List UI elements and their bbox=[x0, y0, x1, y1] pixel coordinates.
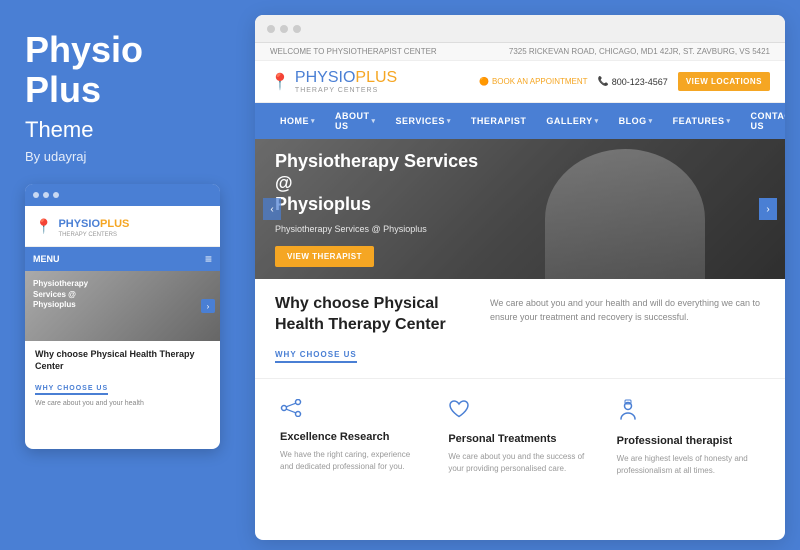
view-locations-button[interactable]: VIEW LOCATIONS bbox=[678, 72, 770, 91]
mobile-hero-text: Physiotherapy Services @ Physioplus bbox=[33, 279, 88, 310]
mobile-hero-next-arrow: › bbox=[201, 299, 215, 313]
mobile-header: 📍 PHYSIOPLUS THERAPY CENTERS bbox=[25, 206, 220, 247]
mobile-hero: Physiotherapy Services @ Physioplus › bbox=[25, 271, 220, 341]
logo-pin-icon: 📍 bbox=[270, 72, 290, 92]
feature-personal-text: We care about you and the success of you… bbox=[448, 451, 591, 475]
site-hero: ‹ Physiotherapy Services @ Physioplus Ph… bbox=[255, 139, 785, 279]
feature-card-professional: Professional therapist We are highest le… bbox=[612, 394, 765, 482]
mobile-body: Why choose Physical Health Therapy Cente… bbox=[25, 341, 220, 416]
phone-icon: 📞 bbox=[598, 76, 609, 87]
browser-mockup: WELCOME TO PHYSIOTHERAPIST CENTER 7325 R… bbox=[255, 15, 785, 540]
browser-dot-2 bbox=[280, 25, 288, 33]
logo-sub: THERAPY CENTERS bbox=[295, 87, 397, 94]
nav-item-home[interactable]: HOME ▾ bbox=[270, 103, 325, 139]
nav-item-services[interactable]: SERVICES ▾ bbox=[386, 103, 461, 139]
features-section: Excellence Research We have the right ca… bbox=[255, 379, 785, 497]
logo-text: PHYSIOPLUS bbox=[295, 69, 397, 87]
left-author: By udayraj bbox=[25, 149, 220, 164]
feature-card-personal: Personal Treatments We care about you an… bbox=[443, 394, 596, 482]
mobile-nav: MENU ≡ bbox=[25, 247, 220, 271]
mobile-logo: PHYSIOPLUS bbox=[58, 218, 129, 230]
site-header: 📍 PHYSIOPLUS THERAPY CENTERS 🟠 BOOK AN A… bbox=[255, 61, 785, 103]
mobile-body-text: We care about you and your health bbox=[35, 399, 210, 409]
feature-excellence-title: Excellence Research bbox=[280, 431, 423, 443]
left-title: Physio Plus bbox=[25, 30, 220, 109]
nav-item-contact[interactable]: CONTACT US bbox=[740, 103, 785, 139]
book-appointment-link[interactable]: 🟠 BOOK AN APPOINTMENT bbox=[479, 77, 588, 86]
mobile-menu-label: MENU bbox=[33, 254, 60, 264]
site-topbar: WELCOME TO PHYSIOTHERAPIST CENTER 7325 R… bbox=[255, 43, 785, 61]
nav-item-therapist[interactable]: THERAPIST bbox=[461, 103, 537, 139]
left-panel: Physio Plus Theme By udayraj 📍 PHYSIOPLU… bbox=[0, 0, 245, 550]
mobile-dot-3 bbox=[53, 192, 59, 198]
heart-icon bbox=[448, 399, 591, 425]
mobile-body-title: Why choose Physical Health Therapy Cente… bbox=[35, 349, 210, 372]
nav-item-features[interactable]: FEATURES ▾ bbox=[663, 103, 741, 139]
person-badge-icon bbox=[617, 399, 760, 427]
feature-card-excellence: Excellence Research We have the right ca… bbox=[275, 394, 428, 482]
topbar-address: 7325 RICKEVAN ROAD, CHICAGO, MD1 42JR, S… bbox=[509, 47, 770, 56]
phone-number: 📞 800-123-4567 bbox=[598, 76, 668, 87]
mobile-hamburger-icon: ≡ bbox=[205, 252, 212, 266]
feature-professional-title: Professional therapist bbox=[617, 435, 760, 447]
hero-subtitle: Physiotherapy Services @ Physioplus bbox=[275, 224, 495, 234]
hero-title: Physiotherapy Services @ Physioplus bbox=[275, 151, 495, 216]
mobile-logo-pin-icon: 📍 bbox=[35, 218, 52, 235]
view-therapist-button[interactable]: VIEW THERAPIST bbox=[275, 246, 374, 267]
mobile-mockup: 📍 PHYSIOPLUS THERAPY CENTERS MENU ≡ Phys… bbox=[25, 184, 220, 449]
mobile-dot-1 bbox=[33, 192, 39, 198]
site-nav: HOME ▾ ABOUT US ▾ SERVICES ▾ THERAPIST G… bbox=[255, 103, 785, 139]
browser-dot-1 bbox=[267, 25, 275, 33]
calendar-icon: 🟠 bbox=[479, 77, 489, 86]
site-logo: 📍 PHYSIOPLUS THERAPY CENTERS bbox=[270, 69, 397, 94]
why-right: We care about you and your health and wi… bbox=[490, 294, 765, 363]
hero-content: Physiotherapy Services @ Physioplus Phys… bbox=[275, 151, 495, 267]
nav-item-blog[interactable]: BLOG ▾ bbox=[609, 103, 663, 139]
mobile-top-bar bbox=[25, 184, 220, 206]
why-section: Why choose Physical Health Therapy Cente… bbox=[255, 279, 785, 379]
share-icon bbox=[280, 399, 423, 423]
browser-chrome bbox=[255, 15, 785, 43]
nav-item-gallery[interactable]: GALLERY ▾ bbox=[536, 103, 608, 139]
feature-excellence-text: We have the right caring, experience and… bbox=[280, 449, 423, 473]
mobile-hero-image: Physiotherapy Services @ Physioplus bbox=[25, 271, 220, 341]
hero-decorative-person bbox=[545, 149, 705, 279]
nav-item-about[interactable]: ABOUT US ▾ bbox=[325, 103, 386, 139]
feature-personal-title: Personal Treatments bbox=[448, 433, 591, 445]
mobile-why-label: WHY CHOOSE US bbox=[35, 385, 108, 395]
why-left: Why choose Physical Health Therapy Cente… bbox=[275, 294, 475, 363]
logo-plus: PLUS bbox=[355, 69, 397, 86]
mobile-dot-2 bbox=[43, 192, 49, 198]
site-header-right: 🟠 BOOK AN APPOINTMENT 📞 800-123-4567 VIE… bbox=[479, 72, 770, 91]
why-label: WHY CHOOSE US bbox=[275, 350, 357, 363]
browser-dot-3 bbox=[293, 25, 301, 33]
feature-professional-text: We are highest levels of honesty and pro… bbox=[617, 453, 760, 477]
hero-prev-button[interactable]: ‹ bbox=[263, 198, 281, 220]
left-subtitle: Theme bbox=[25, 117, 220, 143]
topbar-welcome: WELCOME TO PHYSIOTHERAPIST CENTER bbox=[270, 47, 437, 56]
mobile-logo-sub: THERAPY CENTERS bbox=[58, 232, 129, 238]
why-title: Why choose Physical Health Therapy Cente… bbox=[275, 294, 475, 336]
hero-next-button[interactable]: › bbox=[759, 198, 777, 220]
logo-physio: PHYSIO bbox=[295, 69, 355, 86]
